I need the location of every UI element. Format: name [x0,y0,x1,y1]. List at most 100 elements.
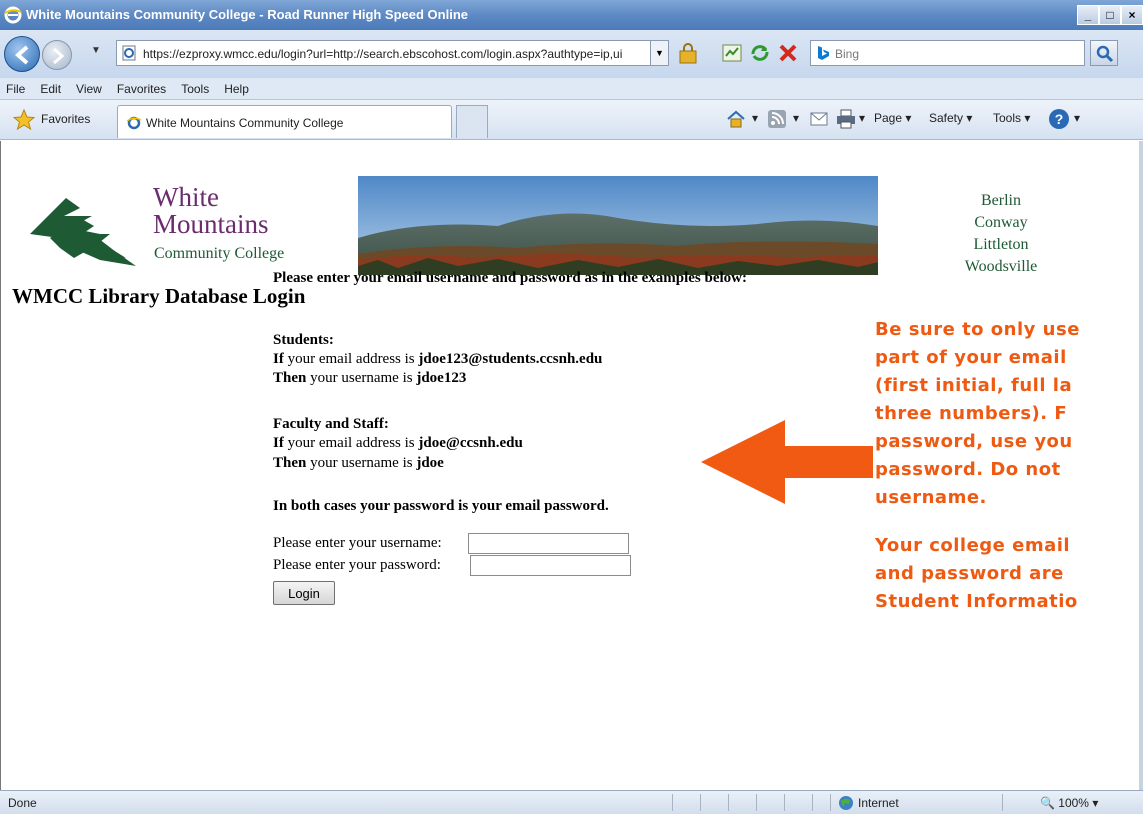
callout-line: Student Informatio [875,591,1078,612]
students-heading: Students: [273,332,334,348]
print-dropdown-icon[interactable]: ▾ [859,111,865,125]
favorites-star-icon[interactable] [12,108,36,132]
safety-menu[interactable]: Safety ▾ [929,111,972,125]
mountain-banner-image [358,176,878,275]
refresh-icon[interactable] [748,42,772,64]
menu-view[interactable]: View [76,82,102,96]
then-text: your username is [306,370,417,386]
vertical-scrollbar[interactable] [1139,141,1143,790]
faculty-username-example: jdoe [416,455,444,471]
if-text: your email address is [283,351,419,367]
login-button[interactable]: Login [273,581,335,605]
faculty-heading: Faculty and Staff: [273,416,389,432]
back-arrow-icon [14,45,29,65]
menu-file[interactable]: File [6,82,25,96]
callout-line: three numbers). F [875,403,1068,424]
if-label: If [273,435,284,451]
logo-word-white: White [153,182,219,212]
callout-line: Be sure to only use [875,319,1080,340]
campus-conway: Conway [974,214,1028,231]
favorites-bar: Favorites White Mountains Community Coll… [0,100,1143,140]
new-tab-button[interactable] [456,105,488,138]
menu-bar: File Edit View Favorites Tools Help [0,78,1143,100]
help-dropdown-icon[interactable]: ▾ [1074,111,1080,125]
feeds-dropdown-icon[interactable]: ▾ [793,111,799,125]
compatibility-view-icon[interactable] [720,42,744,64]
home-icon[interactable] [725,108,747,130]
campus-list: Berlin Conway Littleton Woodsville [941,190,1061,278]
internet-zone-icon [839,796,853,810]
lock-icon[interactable] [676,42,700,64]
callout-line: and password are [875,563,1064,584]
stop-icon[interactable] [776,42,800,64]
tab-title: White Mountains Community College [146,116,344,130]
print-icon[interactable] [835,108,857,130]
campus-berlin: Berlin [981,192,1021,209]
then-label: Then [273,455,307,471]
back-button[interactable] [4,36,40,72]
home-dropdown-icon[interactable]: ▾ [752,111,758,125]
search-box[interactable]: Bing [810,40,1085,66]
tab-current[interactable]: White Mountains Community College [117,105,452,138]
faculty-username-line: Then your username is jdoe [273,455,444,472]
browser-window: White Mountains Community College - Road… [0,0,1143,814]
faculty-email-example: jdoe@ccsnh.edu [418,435,523,451]
address-url[interactable]: https://ezproxy.wmcc.edu/login?url=http:… [143,47,648,61]
callout-line: username. [875,487,987,508]
address-bar[interactable]: https://ezproxy.wmcc.edu/login?url=http:… [116,40,669,66]
magnifier-icon [1096,45,1114,63]
logo-community-college: Community College [154,245,285,262]
username-label: Please enter your username: [273,535,442,551]
callout-line: part of your email [875,347,1067,368]
then-label: Then [273,370,307,386]
forward-button[interactable] [42,40,72,70]
address-dropdown-icon[interactable]: ▼ [650,41,668,65]
search-button[interactable] [1090,40,1118,66]
password-label: Please enter your password: [273,557,441,573]
menu-tools[interactable]: Tools [181,82,209,96]
callout-line: Your college email [875,535,1071,556]
read-mail-icon[interactable] [808,108,830,130]
instructions-intro: Please enter your email username and pas… [273,270,748,286]
bing-icon [818,46,829,60]
if-text: your email address is [283,435,419,451]
menu-edit[interactable]: Edit [40,82,61,96]
security-zone: Internet [858,796,899,810]
logo-word-mountains: Mountains [153,209,269,239]
ie-logo-icon [4,6,22,24]
status-text: Done [8,796,37,810]
faculty-email-line: If your email address is jdoe@ccsnh.edu [273,435,523,452]
forward-arrow-icon [53,47,65,65]
student-username-example: jdoe123 [416,370,467,386]
navigation-bar: ▼ https://ezproxy.wmcc.edu/login?url=htt… [0,30,1143,78]
page-icon [122,45,136,61]
page-menu[interactable]: Page ▾ [874,111,911,125]
favorites-button[interactable]: Favorites [41,112,90,126]
campus-woodsville: Woodsville [964,258,1038,275]
feeds-icon[interactable] [766,108,788,130]
close-button[interactable]: × [1121,5,1143,25]
maximize-button[interactable]: □ [1099,5,1121,25]
menu-favorites[interactable]: Favorites [117,82,166,96]
zoom-level[interactable]: 🔍 100% ▾ [1040,796,1098,810]
if-label: If [273,351,284,367]
callout-line: (first initial, full la [875,375,1073,396]
history-dropdown-icon[interactable]: ▼ [91,45,101,56]
search-placeholder: Bing [835,47,860,61]
callout-line: password. Do not [875,459,1061,480]
campus-littleton: Littleton [973,236,1029,253]
password-input[interactable] [470,555,631,576]
minimize-button[interactable]: _ [1077,5,1099,25]
help-icon[interactable]: ? [1047,107,1071,131]
menu-help[interactable]: Help [224,82,249,96]
student-email-example: jdoe123@students.ccsnh.edu [418,351,603,367]
page-title: WMCC Library Database Login [12,284,306,308]
zoom-value: 100% [1058,796,1089,810]
callout-line: password, use you [875,431,1073,452]
tools-menu[interactable]: Tools ▾ [993,111,1030,125]
students-email-line: If your email address is jdoe123@student… [273,351,602,368]
college-logo-mark [30,198,136,266]
then-text: your username is [306,455,417,471]
username-input[interactable] [468,533,629,554]
password-note: In both cases your password is your emai… [273,498,609,514]
